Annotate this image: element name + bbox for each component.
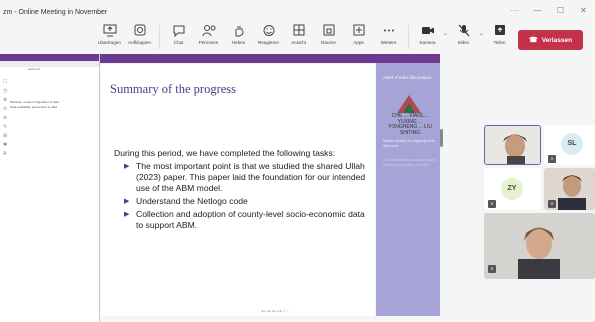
share-icon [493,24,507,37]
bullet-arrow-icon: ▶ [124,211,130,218]
participant-tile[interactable]: SL ✕ [544,125,595,165]
mic-off-icon [457,24,471,37]
microphone-label: Mikro [457,40,470,45]
raise-hand-icon [232,24,246,37]
participant-tile[interactable]: ✕ [484,213,595,279]
meeting-window: zm - Online Meeting in November ··· — ☐ … [0,0,595,322]
document-sidebar-icons: ☐ ◷ ⊕ ⊙ ⊘ ✎ ⊞ ✱ A [3,79,8,157]
share-screen-icon [103,24,117,37]
toolbar-divider [159,25,160,49]
react-button[interactable]: Reagieren [254,20,283,45]
stage-scrollbar[interactable] [440,129,443,147]
maximize-button[interactable]: ☐ [549,4,572,18]
outline-line[interactable]: Data availability and access to data [10,105,59,110]
close-button[interactable]: ✕ [572,4,595,18]
camera-ar-label: Aufklappen [128,40,151,45]
bullet-arrow-icon: ▶ [124,198,130,205]
participant-video-feed [484,213,595,279]
react-label: Reagieren [257,40,280,45]
mic-muted-icon: ✕ [488,200,496,208]
author-names: CHE ... XIAOL... YUXING ... YONGHENG ...… [388,113,432,136]
rooms-icon [322,24,336,37]
share-label: Teilen [493,40,506,45]
slide-bullet: ▶ The most important point is that we st… [114,161,369,194]
view-label: Ansicht [290,40,307,45]
mic-muted-icon: ✕ [548,200,556,208]
phone-hangup-icon: ☎ [528,37,538,44]
window-more-button[interactable]: ··· [503,4,526,18]
document-tab[interactable]: section 6 [0,67,99,73]
self-video-feed [485,126,540,164]
more-icon [382,24,396,37]
camera-ar-button[interactable]: Aufklappen [125,20,154,45]
document-title-bar [0,54,99,61]
bullet-text: Understand the Netlogo code [136,196,248,206]
share-screen-label: Ubertragen [98,40,121,45]
minimize-button[interactable]: — [526,4,549,18]
avatar: SL [561,133,583,155]
sidebar-heading: ABM model discussion [383,76,432,81]
slide-title: Summary of the progress [110,82,237,96]
camera-ar-icon [133,24,147,37]
slide-intro: During this period, we have completed th… [114,148,336,158]
document-outline: Methods: model configuration & data Data… [10,100,59,110]
sidebar-note: Model update on ongoing work and code [383,139,435,148]
raise-hand-button[interactable]: Heben [224,20,253,45]
people-icon [202,24,216,37]
participant-tile[interactable]: ZY ✕ [484,168,541,210]
share-screen-button[interactable]: Ubertragen [95,20,124,45]
mic-muted-icon: ✕ [488,265,496,273]
bullet-arrow-icon: ▶ [124,163,130,170]
slide-navigation[interactable]: ◂ ▸ ◂ ▸ ◂ ▸ ◂ ▸ ≡ ∽ [261,309,289,313]
share-button[interactable]: Teilen [485,20,514,45]
microphone-button[interactable]: Mikro [449,20,478,45]
presentation-slide: Summary of the progress During this peri… [101,64,375,316]
leave-button[interactable]: ☎ Verlassen [518,30,583,50]
university-logo [397,95,421,113]
camera-label: Kamera [419,40,436,45]
view-grid-icon [292,24,306,37]
slide-sidebar: ABM model discussion CHE ... XIAOL... YU… [376,63,440,316]
participant-tile-self[interactable] [484,125,541,165]
rooms-label: Raume [321,40,336,45]
participant-tile[interactable]: ✕ [544,168,595,210]
people-label: Personen [198,40,219,45]
sidebar-note: Data availability and discussion of data… [383,158,436,167]
more-label: Weitere [380,40,397,45]
camera-icon [421,24,435,37]
raise-hand-label: Heben [231,40,246,45]
avatar: ZY [501,178,523,200]
apps-label: Apps [353,40,364,45]
react-icon [262,24,276,37]
slide-bullet: ▶ Collection and adoption of county-leve… [114,209,369,231]
bullet-text: The most important point is that we stud… [136,161,366,193]
document-viewer: section 6 ☐ ◷ ⊕ ⊙ ⊘ ✎ ⊞ ✱ A Methods: model confi… [0,54,100,322]
meeting-toolbar: Ubertragen Aufklappen Chat Personen Hebe… [95,20,515,54]
more-button[interactable]: Weitere [374,20,403,45]
slide-body: During this period, we have completed th… [114,148,369,231]
apps-button[interactable]: Apps [344,20,373,45]
presentation-title-bar [100,54,440,63]
window-controls: ··· — ☐ ✕ [503,4,595,18]
rooms-button[interactable]: Raume [314,20,343,45]
people-button[interactable]: Personen [194,20,223,45]
window-title: zm - Online Meeting in November [3,8,108,16]
mic-muted-icon: ✕ [548,155,556,163]
toolbar-divider [408,25,409,49]
chat-label: Chat [173,40,184,45]
chat-icon [172,24,186,38]
slide-bullet: ▶ Understand the Netlogo code [114,196,369,207]
view-button[interactable]: Ansicht [284,20,313,45]
camera-button[interactable]: Kamera [413,20,442,45]
chat-button[interactable]: Chat [164,20,193,45]
leave-label: Verlassen [541,36,573,44]
bullet-text: Collection and adoption of county-level … [136,209,365,230]
apps-icon [352,24,366,37]
